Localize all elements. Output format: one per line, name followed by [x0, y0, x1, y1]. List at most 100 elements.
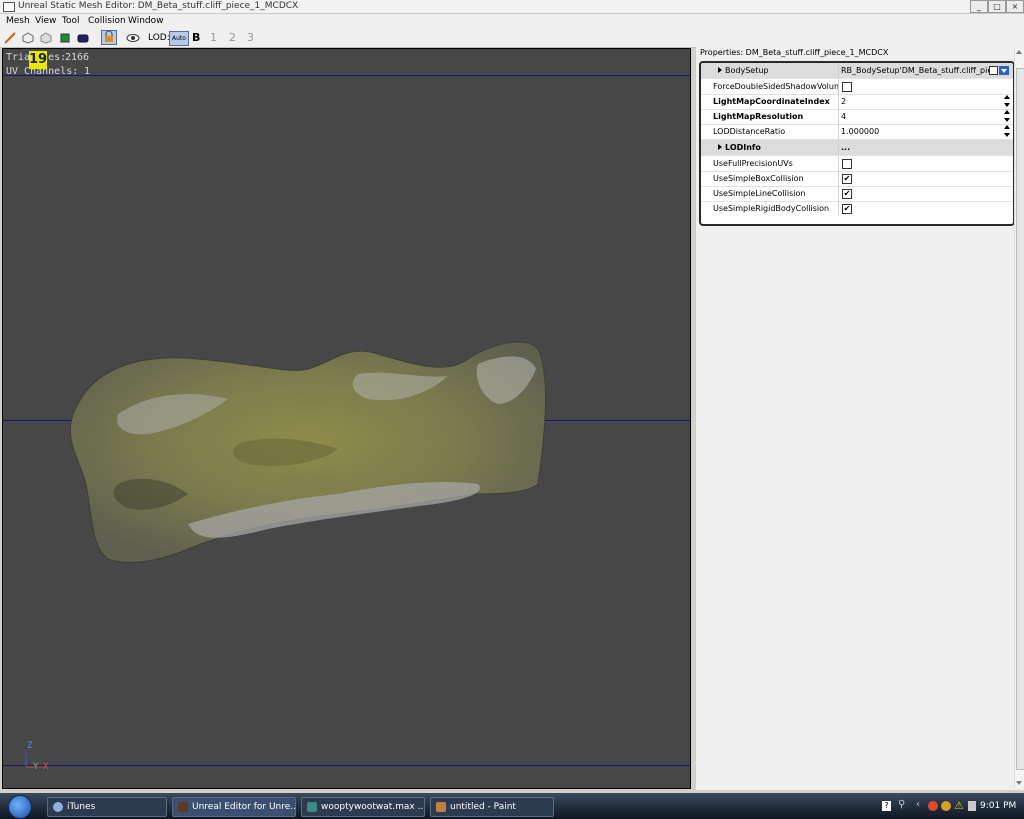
checkbox[interactable] — [842, 159, 852, 169]
property-row-usesimplelinecollision[interactable]: UseSimpleLineCollision ✔ — [701, 186, 1013, 202]
taskbar: iTunes Unreal Editor for Unre... wooptyw… — [0, 793, 1024, 819]
lock-camera-icon[interactable] — [101, 30, 117, 45]
spinner-icon[interactable] — [1004, 95, 1011, 108]
axis-y-label: Y — [33, 762, 39, 772]
menu-view[interactable]: View — [35, 14, 56, 29]
grid-line-top — [3, 75, 690, 76]
axis-gizmo — [25, 750, 44, 768]
lod-2-button[interactable]: 2 — [229, 29, 236, 47]
unreal-icon — [178, 802, 188, 812]
property-value[interactable]: RB_BodySetup'DM_Beta_stuff.cliff_pie — [841, 63, 989, 78]
unlit-icon[interactable] — [40, 32, 52, 44]
property-name: UseFullPrecisionUVs — [713, 159, 793, 168]
property-name: LightMapResolution — [713, 112, 804, 121]
task-itunes[interactable]: iTunes — [47, 797, 167, 817]
property-name: UseSimpleLineCollision — [713, 189, 806, 198]
window-title: Unreal Static Mesh Editor: DM_Beta_stuff… — [18, 1, 299, 11]
menu-tool[interactable]: Tool — [62, 14, 79, 29]
uv-channels-value: 1 — [84, 66, 91, 77]
scroll-down-icon[interactable] — [1016, 781, 1022, 785]
volume-icon[interactable] — [968, 801, 976, 811]
minimize-button[interactable]: _ — [970, 0, 988, 13]
checkbox[interactable]: ✔ — [842, 174, 852, 184]
lit-icon[interactable] — [59, 32, 71, 44]
lod-auto-button[interactable]: Auto — [169, 31, 189, 46]
axis-z-label: Z — [27, 741, 33, 751]
property-name: LODDistanceRatio — [713, 127, 786, 136]
checkbox[interactable]: ✔ — [842, 189, 852, 199]
help-icon[interactable]: ? — [882, 801, 891, 811]
lod-1-button[interactable]: 1 — [210, 29, 217, 47]
checkbox[interactable]: ✔ — [842, 204, 852, 214]
start-button[interactable] — [8, 795, 32, 819]
property-value[interactable]: 4 — [841, 109, 991, 124]
checkbox[interactable] — [842, 82, 852, 92]
warning-icon[interactable]: ⚠ — [954, 799, 964, 812]
property-name: BodySetup — [725, 66, 769, 75]
property-value[interactable]: ... — [841, 140, 991, 155]
property-row-lightmapresolution[interactable]: LightMapResolution 4 — [701, 109, 1013, 125]
property-name: UseSimpleRigidBodyCollision — [713, 204, 830, 213]
overlay-badge: 19 — [29, 51, 48, 69]
property-row-usesimplerigidbodycollision[interactable]: UseSimpleRigidBodyCollision ✔ — [701, 201, 1013, 216]
properties-title: Properties: DM_Beta_stuff.cliff_piece_1_… — [700, 48, 889, 57]
property-row-forcedoublesided[interactable]: ForceDoubleSidedShadowVolume — [701, 79, 1013, 95]
scroll-thumb[interactable] — [1016, 68, 1024, 770]
property-row-bodysetup[interactable]: BodySetup RB_BodySetup'DM_Beta_stuff.cli… — [701, 63, 1013, 79]
eye-icon[interactable] — [126, 32, 140, 44]
chevron-down-icon — [1001, 69, 1007, 73]
property-value[interactable]: 2 — [841, 94, 991, 109]
spinner-icon[interactable] — [1004, 110, 1011, 123]
property-grid: BodySetup RB_BodySetup'DM_Beta_stuff.cli… — [699, 61, 1015, 226]
max-icon — [307, 802, 317, 812]
property-value[interactable]: 1.000000 — [841, 124, 991, 139]
close-button[interactable]: × — [1006, 0, 1024, 13]
paint-icon — [436, 802, 446, 812]
triangles-value: 2166 — [65, 52, 90, 63]
maximize-button[interactable]: □ — [988, 0, 1006, 13]
property-row-usefullprecisionuvs[interactable]: UseFullPrecisionUVs — [701, 156, 1013, 172]
chevron-left-icon[interactable]: ‹ — [916, 799, 920, 810]
property-name: ForceDoubleSidedShadowVolume — [713, 82, 838, 91]
axis-x-label: X — [43, 762, 49, 772]
properties-panel: Properties: DM_Beta_stuff.cliff_piece_1_… — [696, 47, 1024, 790]
clear-icon[interactable] — [989, 66, 998, 75]
expand-arrow-icon[interactable] — [718, 144, 722, 150]
network-icon[interactable]: ⚲ — [898, 799, 905, 810]
properties-scrollbar[interactable] — [1014, 48, 1024, 788]
menu-bar: Mesh View Tool Collision Window — [0, 14, 1024, 29]
line-tool-icon[interactable] — [4, 32, 16, 44]
antivirus-icon[interactable] — [928, 801, 938, 811]
property-row-loddistanceratio[interactable]: LODDistanceRatio 1.000000 — [701, 124, 1013, 140]
app-icon — [3, 2, 15, 12]
mesh-viewport[interactable]: Triangles: 2166 UV Channels: 1 19 Z Y X — [3, 49, 690, 788]
wireframe-icon[interactable] — [22, 32, 34, 44]
property-name: UseSimpleBoxCollision — [713, 174, 804, 183]
clock: 9:01 PM — [980, 801, 1017, 811]
property-name: LODInfo — [725, 143, 761, 152]
task-unreal-editor[interactable]: Unreal Editor for Unre... — [172, 797, 296, 817]
menu-collision[interactable]: Collision — [88, 14, 126, 29]
property-row-lightmapcoordinateindex[interactable]: LightMapCoordinateIndex 2 — [701, 94, 1013, 110]
lod-base-button[interactable]: B — [192, 29, 200, 47]
dropdown-button[interactable] — [999, 66, 1009, 75]
task-paint[interactable]: untitled - Paint — [430, 797, 554, 817]
property-row-lodinfo[interactable]: LODInfo ... — [701, 140, 1013, 156]
scroll-up-icon[interactable] — [1016, 50, 1022, 54]
property-name: LightMapCoordinateIndex — [713, 97, 830, 106]
menu-window[interactable]: Window — [128, 14, 164, 29]
spinner-icon[interactable] — [1004, 125, 1011, 138]
itunes-icon — [53, 802, 63, 812]
grid-line-bottom — [3, 765, 690, 766]
property-row-usesimpleboxcollision[interactable]: UseSimpleBoxCollision ✔ — [701, 171, 1013, 187]
title-bar: Unreal Static Mesh Editor: DM_Beta_stuff… — [0, 0, 1024, 14]
lod-label: LOD: — [148, 33, 170, 43]
textured-icon[interactable] — [77, 32, 89, 44]
lod-3-button[interactable]: 3 — [247, 29, 254, 47]
cliff-rock-mesh — [69, 341, 547, 563]
menu-mesh[interactable]: Mesh — [6, 14, 30, 29]
expand-arrow-icon[interactable] — [718, 67, 722, 73]
task-3dsmax[interactable]: wooptywootwat.max ... — [301, 797, 425, 817]
toolbar: LOD: Auto B 1 2 3 — [0, 29, 1024, 48]
update-icon[interactable] — [941, 801, 951, 811]
